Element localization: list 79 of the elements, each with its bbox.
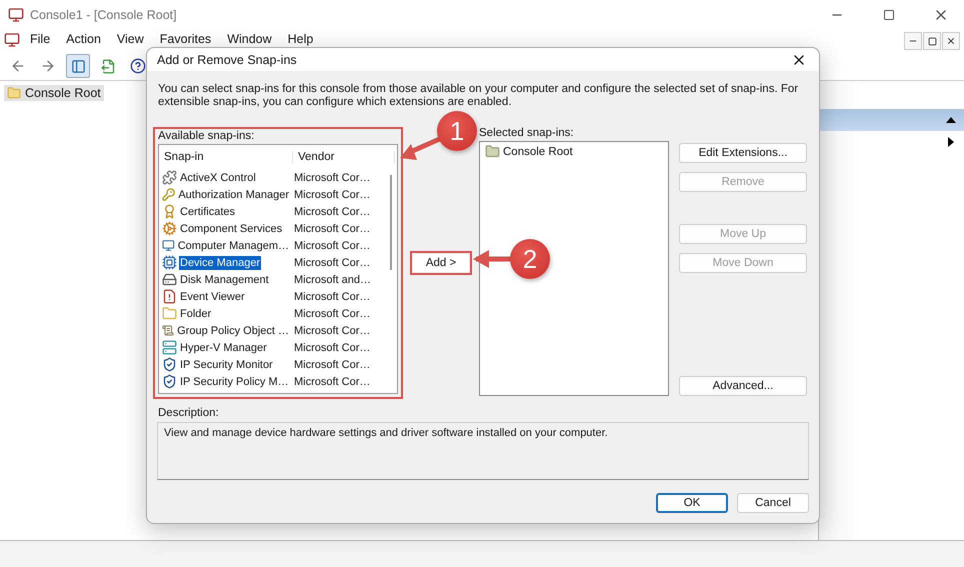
vendor-name: Microsoft Cor… xyxy=(293,172,370,184)
restore-icon xyxy=(928,36,936,46)
ok-button[interactable]: OK xyxy=(656,493,728,513)
folder-icon xyxy=(485,144,500,159)
tree-item[interactable]: Console Root xyxy=(4,85,104,101)
caret-up-icon xyxy=(946,117,956,123)
list-item[interactable]: Console Root xyxy=(485,144,663,159)
cancel-button[interactable]: Cancel xyxy=(737,493,809,513)
snap-in-name[interactable]: IP Security Policy M… xyxy=(179,374,290,388)
side-button[interactable]: Edit Extensions... xyxy=(679,143,807,163)
vendor-name: Microsoft Cor… xyxy=(293,188,370,200)
server-icon xyxy=(162,340,177,355)
snap-in-name[interactable]: Certificates xyxy=(179,204,236,218)
dialog-title: Add or Remove Snap-ins xyxy=(157,52,298,66)
snap-in-name[interactable]: Device Manager xyxy=(179,256,262,270)
vendor-name: Microsoft Cor… xyxy=(293,376,370,388)
snap-in-name[interactable]: Component Services xyxy=(179,222,284,236)
list-label: Available snap-ins: xyxy=(158,130,256,142)
snap-in-name[interactable]: IP Security Monitor xyxy=(179,358,274,372)
snap-in-name[interactable]: Folder xyxy=(179,306,212,320)
gear-icon xyxy=(162,221,177,236)
list-label: Selected snap-ins: xyxy=(479,127,575,139)
restore-button[interactable] xyxy=(923,32,941,50)
window-title: Console1 - [Console Root] xyxy=(30,8,178,22)
vendor-name: Microsoft Cor… xyxy=(293,290,370,302)
snap-in-name[interactable]: Authorization Manager xyxy=(177,188,290,202)
monitor-icon xyxy=(162,238,175,253)
description-label: Description: xyxy=(158,407,220,419)
callout-number: 1 xyxy=(437,111,477,151)
menu-item[interactable]: Window xyxy=(221,32,278,46)
vendor-name: Microsoft Cor… xyxy=(293,308,370,320)
vendor-name: Microsoft Cor… xyxy=(293,324,370,336)
vendor-name: Microsoft Cor… xyxy=(293,240,370,252)
document-icon xyxy=(162,289,177,304)
caret-right-icon[interactable] xyxy=(948,137,954,147)
vendor-name: Microsoft Cor… xyxy=(293,342,370,354)
shield-icon xyxy=(162,357,177,372)
close-icon xyxy=(946,36,956,46)
award-icon xyxy=(162,204,177,219)
vendor-name: Microsoft Cor… xyxy=(293,222,370,234)
menu-item[interactable]: File xyxy=(24,32,56,46)
folder-icon xyxy=(7,86,21,100)
snap-in-name[interactable]: Computer Managem… xyxy=(176,238,290,252)
help-icon xyxy=(130,58,146,74)
puzzle-icon xyxy=(162,170,177,185)
column-header[interactable]: Vendor xyxy=(293,151,395,163)
console-icon[interactable] xyxy=(4,32,20,48)
shield-icon xyxy=(162,374,177,389)
snap-in-name[interactable]: Event Viewer xyxy=(179,290,246,304)
maximize-icon xyxy=(883,9,895,21)
menu-item[interactable]: Help xyxy=(282,32,320,46)
intro-text: You can select snap-ins for this console from those available on your computer and configure the selected set of snap-ins. For extensible snap-ins, you can configure which extensions are enabled. xyxy=(158,83,800,109)
scrollbar[interactable] xyxy=(390,175,392,270)
folder-icon xyxy=(162,306,177,321)
hard-drive-icon xyxy=(162,272,177,287)
side-button[interactable]: Advanced... xyxy=(679,376,807,396)
snap-in-name[interactable]: Disk Management xyxy=(179,272,270,286)
console-icon xyxy=(8,7,24,23)
menu-item[interactable]: Favorites xyxy=(154,32,218,46)
vendor-name: Microsoft Cor… xyxy=(293,206,370,218)
vendor-name: Microsoft and… xyxy=(293,274,372,286)
item-label: Console Root xyxy=(503,146,573,158)
snap-in-name[interactable]: ActiveX Control xyxy=(179,170,257,184)
document-arrow-icon xyxy=(100,58,116,74)
snap-in-name[interactable]: Group Policy Object … xyxy=(176,324,290,338)
add-button[interactable]: Add > xyxy=(413,254,469,272)
snap-in-name[interactable]: Hyper-V Manager xyxy=(179,340,268,354)
vendor-name: Microsoft Cor… xyxy=(293,256,370,268)
column-header[interactable]: Snap-in xyxy=(159,151,293,163)
key-icon xyxy=(162,187,176,202)
tree-toggle-button[interactable] xyxy=(66,54,90,78)
scroll-icon xyxy=(162,323,174,338)
chip-icon xyxy=(162,255,177,270)
panel-icon xyxy=(70,58,86,74)
menu-item[interactable]: View xyxy=(110,32,150,46)
tree-label: Console Root xyxy=(25,86,101,100)
vendor-name: Microsoft Cor… xyxy=(293,358,370,370)
menu-item[interactable]: Action xyxy=(60,32,107,46)
description-text: View and manage device hardware settings and driver software installed on your computer. xyxy=(157,422,809,480)
